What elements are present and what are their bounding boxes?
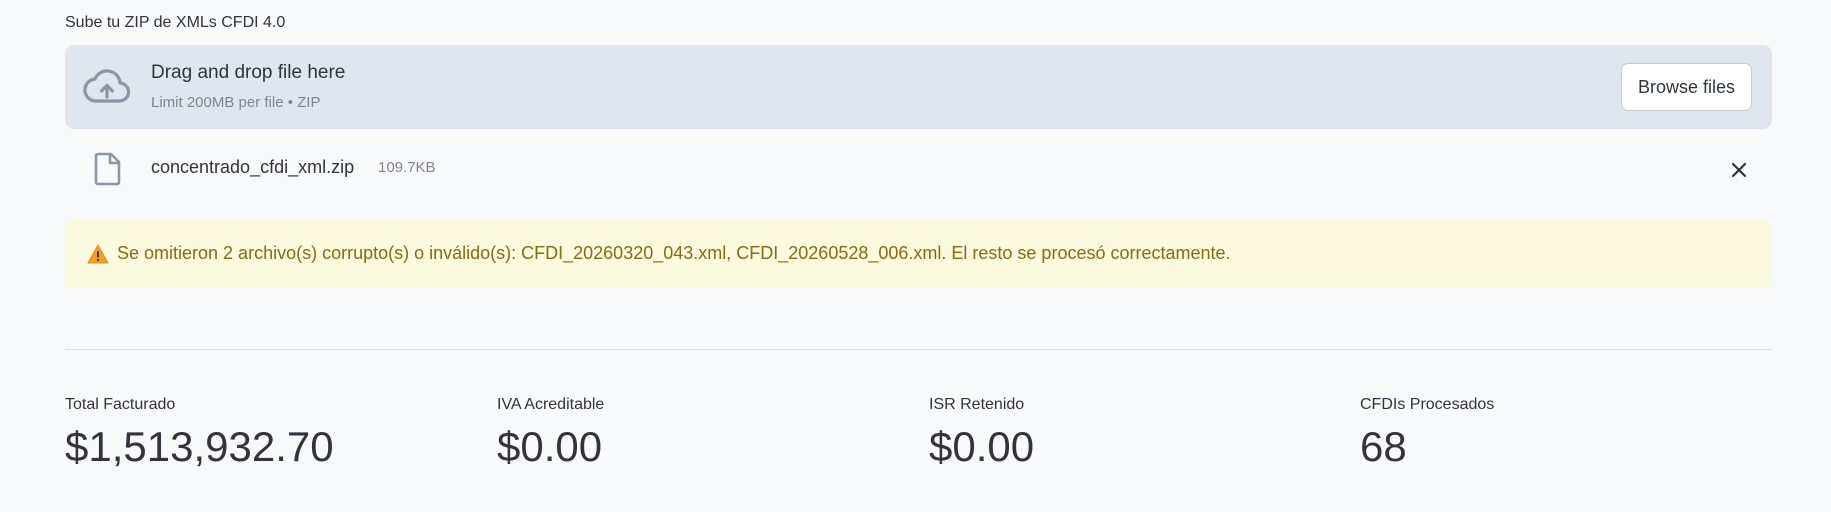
divider	[65, 349, 1772, 350]
uploaded-file-row: concentrado_cfdi_xml.zip 109.7KB	[65, 148, 1772, 192]
metric-iva-acreditable: IVA Acreditable $0.00	[497, 396, 897, 470]
metric-total-facturado: Total Facturado $1,513,932.70	[65, 396, 465, 470]
close-icon[interactable]	[1726, 157, 1752, 183]
metric-value: 68	[1360, 423, 1407, 470]
metric-cfdis-procesados: CFDIs Procesados 68	[1360, 396, 1760, 470]
metric-value: $1,513,932.70	[65, 423, 334, 470]
dropzone-title: Drag and drop file here	[151, 62, 346, 83]
warning-text: Se omitieron 2 archivo(s) corrupto(s) o …	[117, 243, 1231, 263]
metric-label: CFDIs Procesados	[1360, 396, 1495, 413]
browse-files-button[interactable]: Browse files	[1621, 63, 1752, 111]
metric-label: ISR Retenido	[929, 396, 1025, 413]
metric-isr-retenido: ISR Retenido $0.00	[929, 396, 1329, 470]
file-size: 109.7KB	[378, 159, 436, 176]
metric-value: $0.00	[497, 423, 603, 470]
file-icon	[94, 152, 121, 186]
warning-alert: Se omitieron 2 archivo(s) corrupto(s) o …	[65, 220, 1772, 288]
metric-value: $0.00	[929, 423, 1035, 470]
warning-icon	[87, 244, 109, 264]
page: Sube tu ZIP de XMLs CFDI 4.0 Drag and dr…	[0, 0, 1831, 512]
uploader-label: Sube tu ZIP de XMLs CFDI 4.0	[65, 14, 286, 31]
file-name: concentrado_cfdi_xml.zip	[151, 157, 355, 177]
cloud-upload-icon	[83, 69, 131, 103]
metric-label: IVA Acreditable	[497, 396, 605, 413]
metric-label: Total Facturado	[65, 396, 176, 413]
file-dropzone[interactable]: Drag and drop file here Limit 200MB per …	[65, 45, 1772, 129]
dropzone-subtitle: Limit 200MB per file • ZIP	[151, 94, 321, 111]
